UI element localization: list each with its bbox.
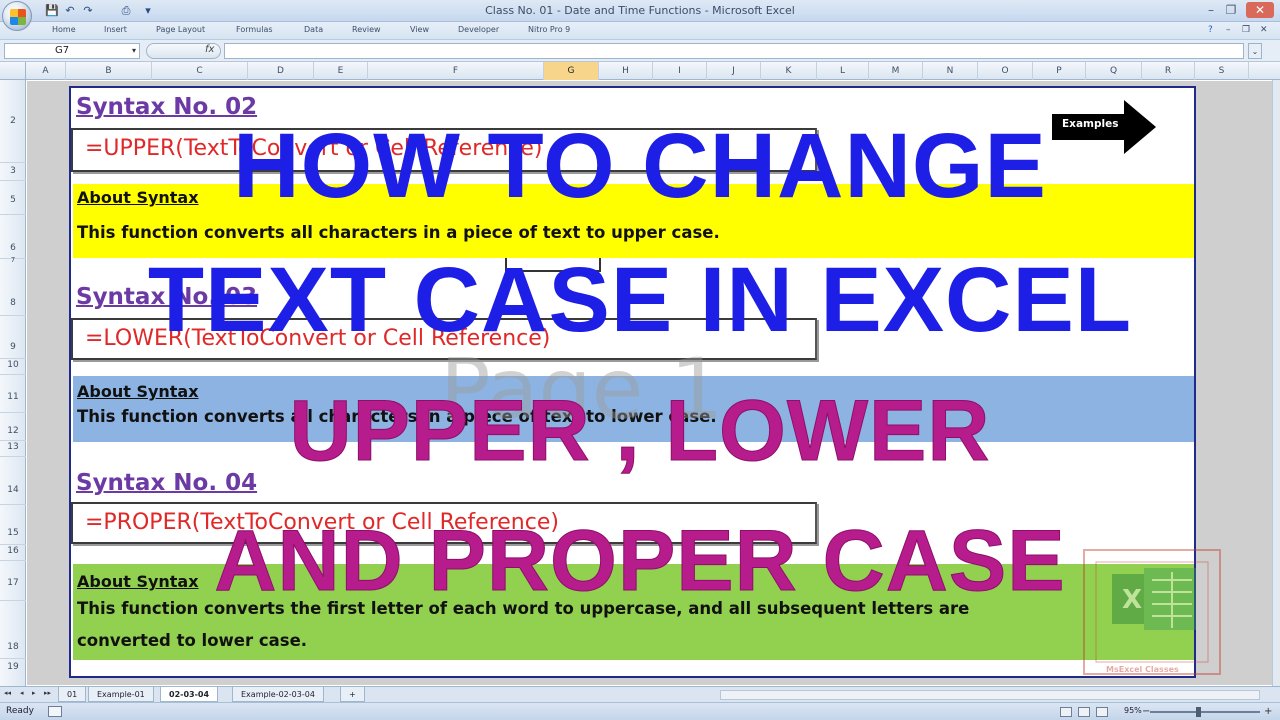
- headline-line4: AND PROPER CASE: [214, 513, 1066, 610]
- normal-view-icon[interactable]: [1060, 707, 1072, 717]
- page-break-view-icon[interactable]: [1096, 707, 1108, 717]
- ribbon-tabs: Home Insert Page Layout Formulas Data Re…: [0, 22, 1280, 40]
- horizontal-scrollbar[interactable]: [720, 690, 1260, 700]
- name-box[interactable]: G7 ▾: [4, 43, 140, 59]
- column-header[interactable]: A: [26, 62, 66, 80]
- macro-record-icon[interactable]: [48, 706, 62, 717]
- sheet-tab[interactable]: Example-01: [88, 687, 154, 702]
- row-header[interactable]: 19: [0, 662, 26, 672]
- tab-page-layout[interactable]: Page Layout: [156, 25, 205, 34]
- formula-buttons: fx: [146, 43, 221, 59]
- column-header[interactable]: C: [152, 62, 248, 80]
- tab-formulas[interactable]: Formulas: [236, 25, 273, 34]
- page-layout-view-icon[interactable]: [1078, 707, 1090, 717]
- column-header[interactable]: B: [66, 62, 152, 80]
- excel-window: 💾 ↶ ↷ ⎙ ▾ Class No. 01 - Date and Time F…: [0, 0, 1280, 720]
- column-header[interactable]: E: [314, 62, 368, 80]
- insert-sheet-button[interactable]: +: [340, 687, 365, 702]
- restore-button[interactable]: ❐: [1222, 2, 1240, 18]
- chevron-down-icon[interactable]: ▾: [132, 44, 136, 58]
- prev-sheet-icon[interactable]: ◂: [20, 689, 24, 697]
- status-text: Ready: [6, 706, 34, 716]
- select-all-corner[interactable]: [0, 62, 26, 80]
- sheet-tab-active[interactable]: 02-03-04: [160, 687, 219, 702]
- zoom-in-button[interactable]: +: [1264, 706, 1272, 717]
- brand-text: MsExcel Classes: [1106, 665, 1179, 674]
- about-syntax-text-line2: converted to lower case.: [77, 631, 308, 650]
- row-divider: [0, 658, 26, 659]
- status-bar: Ready 95% − +: [0, 702, 1280, 720]
- office-logo-icon: [10, 9, 26, 25]
- about-syntax-text: This function converts all characters in…: [77, 223, 720, 242]
- column-header[interactable]: N: [923, 62, 978, 80]
- window-title: Class No. 01 - Date and Time Functions -…: [485, 4, 795, 17]
- first-sheet-icon[interactable]: ◂◂: [4, 689, 11, 697]
- headline-line1: HOW TO CHANGE: [233, 115, 1047, 217]
- column-header[interactable]: S: [1195, 62, 1249, 80]
- column-header[interactable]: H: [599, 62, 653, 80]
- column-header[interactable]: D: [248, 62, 314, 80]
- zoom-slider[interactable]: [1150, 711, 1260, 713]
- column-header[interactable]: J: [707, 62, 761, 80]
- tab-insert[interactable]: Insert: [104, 25, 127, 34]
- minimize-button[interactable]: –: [1202, 2, 1220, 18]
- headline-line2: TEXT CASE IN EXCEL: [147, 249, 1133, 351]
- row-header[interactable]: 10: [0, 360, 26, 370]
- row-header[interactable]: 18: [0, 642, 26, 652]
- help-icon[interactable]: ?: [1208, 25, 1213, 35]
- row-header[interactable]: 14: [0, 485, 26, 495]
- fx-icon[interactable]: fx: [205, 44, 214, 55]
- tab-data[interactable]: Data: [304, 25, 323, 34]
- row-divider: [0, 504, 26, 505]
- row-divider: [0, 374, 26, 375]
- column-header[interactable]: R: [1142, 62, 1195, 80]
- next-sheet-icon[interactable]: ▸: [32, 689, 36, 697]
- name-box-value: G7: [55, 45, 70, 56]
- column-header[interactable]: Q: [1086, 62, 1142, 80]
- headline-line3: UPPER , LOWER: [289, 383, 991, 480]
- sheet-tabs-bar: ◂◂ ◂ ▸ ▸▸ 01 Example-01 02-03-04 Example…: [0, 686, 1280, 702]
- tab-home[interactable]: Home: [52, 25, 76, 34]
- formula-bar: G7 ▾ fx ⌄: [0, 40, 1280, 62]
- column-header[interactable]: K: [761, 62, 817, 80]
- workbook-restore-button[interactable]: ❐: [1242, 25, 1250, 35]
- workbook-minimize-button[interactable]: –: [1226, 25, 1231, 35]
- tab-developer[interactable]: Developer: [458, 25, 499, 34]
- column-header[interactable]: I: [653, 62, 707, 80]
- column-headers: A B C D E F G H I J K L M N O P Q R S: [0, 62, 1280, 80]
- zoom-level[interactable]: 95%: [1124, 706, 1142, 715]
- column-header-selected[interactable]: G: [544, 62, 599, 80]
- column-header[interactable]: O: [978, 62, 1033, 80]
- formula-input[interactable]: [224, 43, 1244, 59]
- tab-nitro[interactable]: Nitro Pro 9: [528, 25, 570, 34]
- office-button[interactable]: [2, 1, 32, 31]
- tab-review[interactable]: Review: [352, 25, 381, 34]
- column-header[interactable]: F: [368, 62, 544, 80]
- sheet-tab[interactable]: 01: [58, 687, 87, 702]
- column-header[interactable]: M: [869, 62, 923, 80]
- close-button[interactable]: ✕: [1246, 2, 1274, 18]
- column-header[interactable]: P: [1033, 62, 1086, 80]
- last-sheet-icon[interactable]: ▸▸: [44, 689, 51, 697]
- row-divider: [0, 358, 26, 359]
- expand-formula-bar-button[interactable]: ⌄: [1248, 43, 1262, 59]
- title-bar: 💾 ↶ ↷ ⎙ ▾ Class No. 01 - Date and Time F…: [0, 0, 1280, 22]
- workbook-close-button[interactable]: ✕: [1260, 25, 1268, 35]
- column-header[interactable]: L: [817, 62, 869, 80]
- sheet-tab[interactable]: Example-02-03-04: [232, 687, 324, 702]
- zoom-slider-thumb[interactable]: [1196, 707, 1201, 717]
- tab-view[interactable]: View: [410, 25, 429, 34]
